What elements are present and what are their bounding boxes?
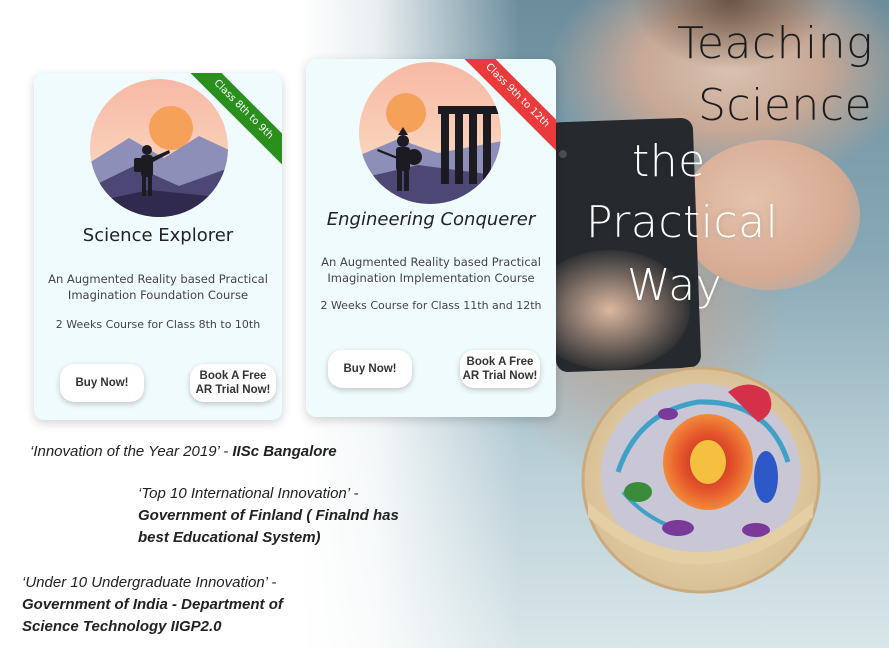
award-quote: ‘Under 10 Undergraduate Innovation’ (22, 574, 268, 591)
headline-teaching: Teaching (677, 18, 874, 69)
headline-way: Way (627, 260, 723, 311)
headline-science: Science (698, 80, 873, 131)
award-source-line2: Science Technology IIGP2.0 (22, 618, 222, 635)
book-trial-button[interactable]: Book A Free AR Trial Now! (190, 364, 276, 402)
award-iisc: ‘Innovation of the Year 2019’ - IISc Ban… (30, 441, 337, 463)
headline-practical: Practical (586, 197, 779, 248)
warrior-illustration (359, 62, 501, 204)
explorer-illustration (90, 79, 228, 217)
award-quote: ‘Top 10 International Innovation’ (138, 485, 350, 502)
buy-now-button[interactable]: Buy Now! (328, 350, 412, 388)
course-description-line2: Imagination Foundation Course (67, 288, 249, 302)
course-card-engineering-conquerer: Class 9th to 12th Engineering Conquerer … (306, 59, 556, 417)
award-separator: - (349, 485, 359, 502)
course-duration: 2 Weeks Course for Class 11th and 12th (320, 299, 542, 312)
award-source: IISc Bangalore (232, 443, 337, 460)
award-finland: ‘Top 10 International Innovation’ - Gove… (138, 483, 399, 549)
trial-label-line1: Book A Free (199, 370, 267, 382)
award-separator: - (267, 574, 277, 591)
buy-now-label: Buy Now! (343, 363, 397, 375)
award-source-line2: best Educational System) (138, 529, 321, 546)
trial-label-line1: Book A Free (466, 356, 534, 368)
buy-now-button[interactable]: Buy Now! (60, 364, 144, 402)
award-source-line1: Government of Finland ( Finalnd has (138, 507, 399, 524)
tablet-camera (558, 149, 567, 159)
award-separator: - (219, 443, 233, 460)
trial-label-line2: AR Trial Now! (195, 384, 271, 396)
buy-now-label: Buy Now! (75, 377, 129, 389)
award-quote: ‘Innovation of the Year 2019’ (30, 443, 220, 460)
course-description-line2: Imagination Implementation Course (327, 271, 535, 285)
trial-label-line2: AR Trial Now! (462, 370, 538, 382)
course-description-line1: An Augmented Reality based Practical (321, 255, 541, 269)
course-title: Science Explorer (82, 225, 234, 246)
headline-the: the (632, 136, 706, 187)
book-trial-button[interactable]: Book A Free AR Trial Now! (460, 350, 540, 388)
animal-cell-3d-model (581, 366, 821, 594)
award-source-line1: Government of India - Department of (22, 596, 283, 613)
course-description-line1: An Augmented Reality based Practical (48, 272, 268, 286)
award-india: ‘Under 10 Undergraduate Innovation’ - Go… (22, 572, 283, 638)
course-title: Engineering Conquerer (326, 209, 536, 230)
course-card-science-explorer: Class 8th to 9th Science Explorer An Aug… (34, 73, 282, 420)
course-duration: 2 Weeks Course for Class 8th to 10th (55, 318, 261, 331)
